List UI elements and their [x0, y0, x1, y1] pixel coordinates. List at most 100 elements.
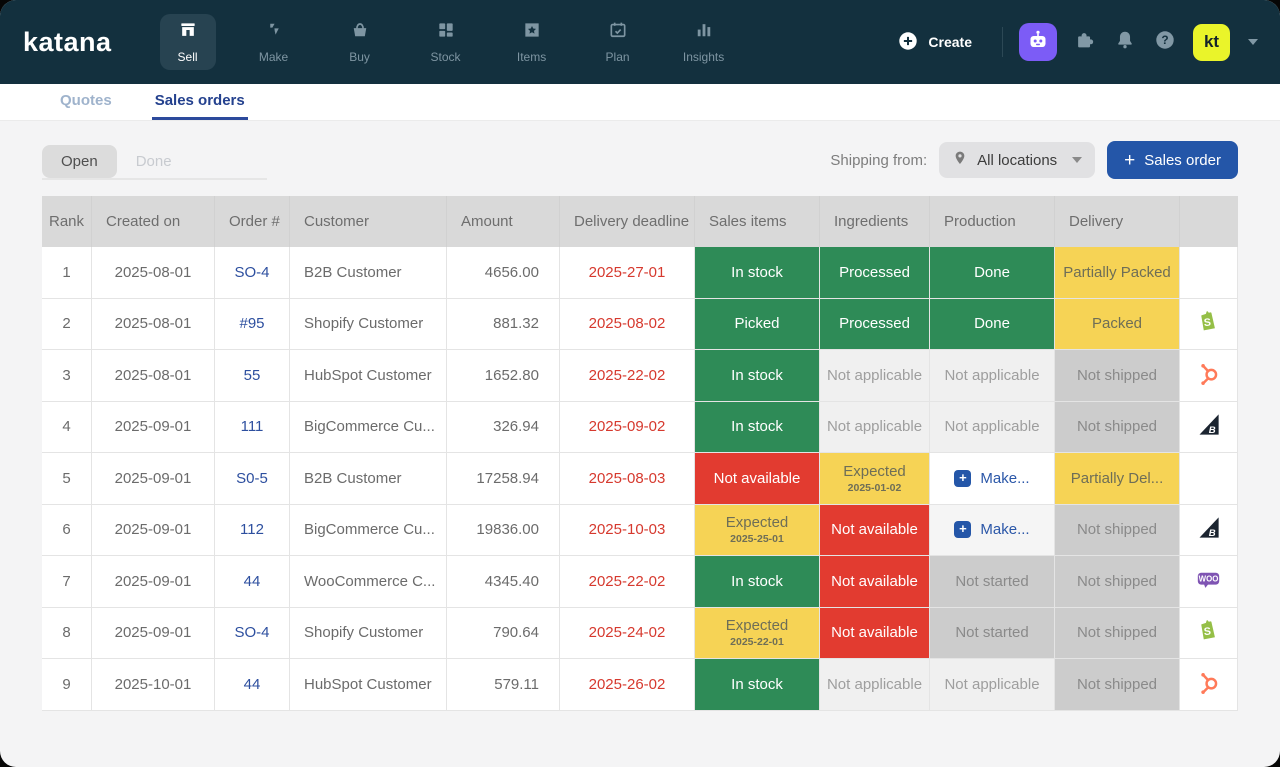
ingredients-status: Not applicable	[820, 659, 930, 711]
cell-customer: B2B Customer	[290, 247, 447, 299]
ingredients-status: Expected 2025-01-02	[820, 453, 930, 505]
tab-sales-orders[interactable]: Sales orders	[152, 84, 248, 120]
production-status: Done	[930, 299, 1055, 351]
nav-item-make[interactable]: Make	[246, 14, 302, 70]
nav-item-sell[interactable]: Sell	[160, 14, 216, 70]
nav-item-items[interactable]: Items	[504, 14, 560, 70]
cell-amount: 4656.00	[447, 247, 560, 299]
cell-customer: B2B Customer	[290, 453, 447, 505]
delivery-status: Packed	[1055, 299, 1180, 351]
channel-cell: B	[1180, 505, 1238, 557]
production-status: Not applicable	[930, 350, 1055, 402]
sales-items-status: Not available	[695, 453, 820, 505]
table-row[interactable]: 4 2025-09-01 111 BigCommerce Cu... 326.9…	[42, 402, 1238, 454]
order-link[interactable]: #95	[215, 299, 290, 351]
cell-created: 2025-09-01	[92, 402, 215, 454]
ingredients-status: Processed	[820, 299, 930, 351]
table-row[interactable]: 3 2025-08-01 55 HubSpot Customer 1652.80…	[42, 350, 1238, 402]
channel-cell: WOO	[1180, 556, 1238, 608]
notifications-button[interactable]	[1113, 30, 1137, 54]
cell-amount: 881.32	[447, 299, 560, 351]
table-row[interactable]: 6 2025-09-01 112 BigCommerce Cu... 19836…	[42, 505, 1238, 557]
delivery-status: Not shipped	[1055, 350, 1180, 402]
filter-open[interactable]: Open	[42, 145, 117, 178]
nav-item-stock[interactable]: Stock	[418, 14, 474, 70]
shopify-icon: S	[1195, 617, 1222, 648]
order-link[interactable]: 111	[215, 402, 290, 454]
sales-items-status: Expected 2025-22-01	[695, 608, 820, 660]
cell-created: 2025-09-01	[92, 453, 215, 505]
nav-label: Sell	[178, 50, 198, 64]
cell-created: 2025-09-01	[92, 556, 215, 608]
delivery-status: Not shipped	[1055, 402, 1180, 454]
ingredients-status: Processed	[820, 247, 930, 299]
sales-items-status: Picked	[695, 299, 820, 351]
plus-circle-icon	[897, 30, 919, 55]
page-tabbar: Quotes Sales orders	[0, 84, 1280, 121]
cell-deadline: 2025-08-02	[560, 299, 695, 351]
order-link[interactable]: 44	[215, 556, 290, 608]
col-header-order: Order #	[215, 196, 290, 247]
filter-done[interactable]: Done	[117, 145, 191, 178]
app-window: katana Sell Make Buy Stock Items	[0, 0, 1280, 767]
ai-assistant-button[interactable]	[1019, 23, 1057, 61]
channel-cell	[1180, 247, 1238, 299]
nav-label: Insights	[683, 50, 724, 64]
make-button[interactable]: + Make...	[930, 453, 1055, 505]
cell-deadline: 2025-22-02	[560, 350, 695, 402]
nav-label: Buy	[349, 50, 370, 64]
order-link[interactable]: S0-5	[215, 453, 290, 505]
create-button[interactable]: Create	[897, 30, 972, 55]
nav-item-buy[interactable]: Buy	[332, 14, 388, 70]
table-row[interactable]: 1 2025-08-01 SO-4 B2B Customer 4656.00 2…	[42, 247, 1238, 299]
new-sales-order-button[interactable]: + Sales order	[1107, 141, 1238, 179]
cell-created: 2025-08-01	[92, 247, 215, 299]
nav-item-plan[interactable]: Plan	[590, 14, 646, 70]
cell-customer: Shopify Customer	[290, 608, 447, 660]
bigcommerce-icon: B	[1195, 514, 1222, 545]
bell-icon	[1114, 29, 1136, 56]
table-row[interactable]: 5 2025-09-01 S0-5 B2B Customer 17258.94 …	[42, 453, 1238, 505]
channel-cell	[1180, 453, 1238, 505]
table-row[interactable]: 8 2025-09-01 SO-4 Shopify Customer 790.6…	[42, 608, 1238, 660]
cell-created: 2025-09-01	[92, 608, 215, 660]
cell-rank: 5	[42, 453, 92, 505]
chevron-down-icon[interactable]	[1248, 39, 1258, 45]
order-link[interactable]: SO-4	[215, 247, 290, 299]
tab-quotes[interactable]: Quotes	[57, 84, 115, 120]
table-row[interactable]: 2 2025-08-01 #95 Shopify Customer 881.32…	[42, 299, 1238, 351]
table-body: 1 2025-08-01 SO-4 B2B Customer 4656.00 2…	[42, 247, 1238, 711]
controls-row: Open Done Shipping from: All locations +…	[42, 138, 1238, 182]
table-header: Rank Created on Order # Customer Amount …	[42, 196, 1238, 247]
make-button[interactable]: + Make...	[930, 505, 1055, 557]
cell-customer: HubSpot Customer	[290, 350, 447, 402]
sales-items-status: In stock	[695, 659, 820, 711]
location-value: All locations	[977, 152, 1057, 169]
order-link[interactable]: 44	[215, 659, 290, 711]
production-status: Not started	[930, 608, 1055, 660]
integrations-button[interactable]	[1073, 30, 1097, 54]
order-link[interactable]: 112	[215, 505, 290, 557]
order-link[interactable]: 55	[215, 350, 290, 402]
cell-rank: 8	[42, 608, 92, 660]
nav-item-insights[interactable]: Insights	[676, 14, 732, 70]
channel-cell	[1180, 350, 1238, 402]
shipping-controls: Shipping from: All locations + Sales ord…	[830, 141, 1238, 179]
user-avatar[interactable]: kt	[1193, 24, 1230, 61]
nav-label: Items	[517, 50, 546, 64]
table-row[interactable]: 9 2025-10-01 44 HubSpot Customer 579.11 …	[42, 659, 1238, 711]
location-select[interactable]: All locations	[939, 142, 1095, 178]
col-header-channel	[1180, 196, 1238, 247]
help-button[interactable]: ?	[1153, 30, 1177, 54]
basket-icon	[350, 20, 370, 45]
sales-orders-table: Rank Created on Order # Customer Amount …	[42, 196, 1238, 711]
make-label: Make...	[980, 470, 1029, 487]
question-icon: ?	[1154, 29, 1176, 56]
order-link[interactable]: SO-4	[215, 608, 290, 660]
cell-deadline: 2025-27-01	[560, 247, 695, 299]
new-sales-order-label: Sales order	[1144, 152, 1221, 169]
divider	[1002, 27, 1003, 57]
channel-cell: S	[1180, 299, 1238, 351]
table-row[interactable]: 7 2025-09-01 44 WooCommerce C... 4345.40…	[42, 556, 1238, 608]
production-status: Not applicable	[930, 402, 1055, 454]
